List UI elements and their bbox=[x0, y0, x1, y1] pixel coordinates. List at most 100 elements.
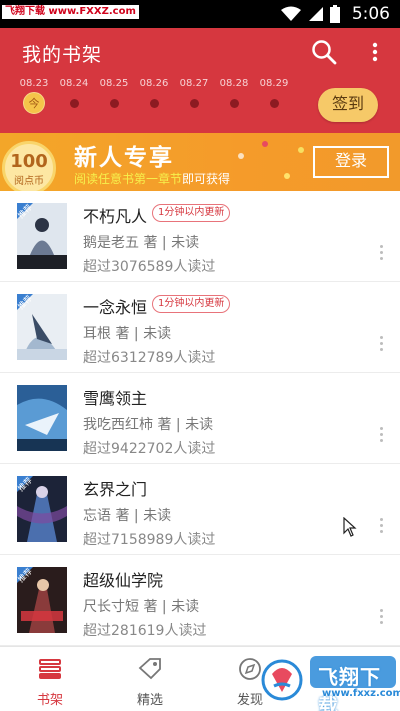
coin-value: 100 bbox=[10, 151, 48, 172]
book-item[interactable]: 推荐 不朽凡人 1分钟以内更新 鹅是老五 著 | 未读 超过3076589人读过 bbox=[0, 191, 400, 282]
calendar-dot bbox=[189, 99, 199, 108]
book-title: 不朽凡人 bbox=[83, 207, 148, 226]
calendar-dot bbox=[269, 99, 279, 108]
more-vertical-icon bbox=[379, 427, 383, 430]
more-vertical-icon bbox=[379, 245, 383, 248]
status-icons: 5:06 bbox=[280, 4, 390, 24]
calendar-dot bbox=[109, 99, 119, 108]
more-vertical-icon bbox=[379, 348, 383, 351]
book-item[interactable]: 推荐 一念永恒 1分钟以内更新 耳根 著 | 未读 超过6312789人读过 bbox=[0, 282, 400, 373]
book-readers: 超过3076589人读过 bbox=[83, 259, 216, 275]
confetti-dot bbox=[298, 147, 304, 153]
coin-unit: 阅点币 bbox=[14, 176, 44, 187]
search-icon bbox=[312, 40, 337, 65]
app-header: 我的书架 08.23 今 08.24 08.25 08.26 08.27 08.… bbox=[0, 28, 400, 133]
nav-item-bookshelf[interactable]: 书架 bbox=[10, 647, 90, 711]
book-meta: 忘语 著 | 未读 bbox=[83, 508, 172, 524]
more-vertical-icon bbox=[379, 530, 383, 533]
promo-subtitle-rest: 即可获得 bbox=[182, 172, 231, 186]
book-meta: 尺长寸短 著 | 未读 bbox=[83, 599, 200, 615]
wifi-icon bbox=[280, 6, 301, 21]
more-vertical-icon bbox=[379, 433, 383, 436]
status-bar: 飞翔下载 www.FXXZ.com 5:06 bbox=[0, 0, 400, 28]
book-item[interactable]: 推荐 玄界之门 忘语 著 | 未读 超过7158989人读过 bbox=[0, 464, 400, 555]
book-more-button[interactable] bbox=[374, 518, 388, 542]
nav-item-featured[interactable]: 精选 bbox=[110, 647, 190, 711]
watermark-url: www.fxxz.com bbox=[322, 688, 400, 699]
tag-icon bbox=[138, 658, 161, 680]
book-more-button[interactable] bbox=[374, 427, 388, 451]
confetti-dot bbox=[238, 153, 244, 159]
promo-subtitle-highlight: 阅读任意书第一章节 bbox=[74, 172, 183, 186]
calendar-day: 08.24 bbox=[54, 78, 94, 108]
status-time: 5:06 bbox=[351, 4, 390, 24]
book-cover bbox=[17, 385, 67, 451]
promo-title: 新人专享 bbox=[74, 145, 174, 171]
update-badge: 1分钟以内更新 bbox=[152, 204, 231, 222]
more-vertical-icon bbox=[379, 518, 383, 521]
book-cover: 推荐 bbox=[17, 567, 67, 633]
more-vertical-icon bbox=[372, 42, 378, 62]
page-title: 我的书架 bbox=[22, 44, 103, 66]
book-more-button[interactable] bbox=[374, 609, 388, 633]
calendar-day: 08.25 bbox=[94, 78, 134, 108]
bookshelf-icon bbox=[39, 659, 61, 679]
book-cover-art bbox=[17, 385, 67, 451]
calendar-day: 08.23 今 bbox=[14, 78, 54, 114]
calendar-day: 08.28 bbox=[214, 78, 254, 108]
book-title: 一念永恒 bbox=[83, 298, 148, 317]
book-item[interactable]: 雪鹰领主 我吃西红柿 著 | 未读 超过9422702人读过 bbox=[0, 373, 400, 464]
watermark-text: 飞翔下载 bbox=[318, 665, 381, 711]
more-vertical-icon bbox=[379, 621, 383, 624]
mouse-cursor-icon bbox=[343, 517, 357, 537]
calendar-day: 08.26 bbox=[134, 78, 174, 108]
promo-subtitle: 阅读任意书第一章节即可获得 bbox=[74, 170, 230, 187]
nav-label: 书架 bbox=[36, 693, 63, 708]
calendar-day: 08.29 bbox=[254, 78, 294, 108]
book-more-button[interactable] bbox=[374, 245, 388, 269]
signin-calendar: 08.23 今 08.24 08.25 08.26 08.27 08.28 08… bbox=[14, 78, 304, 123]
calendar-dot bbox=[69, 99, 79, 108]
battery-icon bbox=[329, 5, 340, 23]
more-menu-button[interactable] bbox=[363, 38, 387, 66]
more-vertical-icon bbox=[379, 439, 383, 442]
book-cover: 推荐 bbox=[17, 476, 67, 542]
login-button[interactable]: 登录 bbox=[313, 146, 389, 178]
book-meta: 耳根 著 | 未读 bbox=[83, 326, 172, 342]
new-user-promo-banner[interactable]: 100 阅点币 新人专享 阅读任意书第一章节即可获得 登录 bbox=[0, 133, 400, 191]
confetti-dot bbox=[284, 173, 290, 179]
more-vertical-icon bbox=[379, 524, 383, 527]
book-readers: 超过9422702人读过 bbox=[83, 441, 216, 457]
calendar-date-label: 08.28 bbox=[219, 78, 249, 89]
more-vertical-icon bbox=[379, 615, 383, 618]
calendar-dot bbox=[149, 99, 159, 108]
calendar-date-label: 08.24 bbox=[59, 78, 89, 89]
bookshelf-list: 推荐 不朽凡人 1分钟以内更新 鹅是老五 著 | 未读 超过3076589人读过… bbox=[0, 191, 400, 646]
coin-icon: 100 阅点币 bbox=[2, 141, 56, 191]
nav-label: 精选 bbox=[136, 693, 163, 708]
book-more-button[interactable] bbox=[374, 336, 388, 360]
search-button[interactable] bbox=[310, 38, 338, 66]
book-readers: 超过6312789人读过 bbox=[83, 350, 216, 366]
more-vertical-icon bbox=[379, 336, 383, 339]
confetti-dot bbox=[262, 141, 268, 147]
calendar-date-label: 08.26 bbox=[139, 78, 169, 89]
book-title: 超级仙学院 bbox=[83, 571, 164, 590]
signal-icon bbox=[308, 7, 323, 21]
watermark-text: 飞翔下载 www.FXXZ.com bbox=[2, 5, 139, 19]
book-cover: 推荐 bbox=[17, 203, 67, 269]
calendar-day: 08.27 bbox=[174, 78, 214, 108]
more-vertical-icon bbox=[379, 609, 383, 612]
book-title: 雪鹰领主 bbox=[83, 389, 148, 408]
calendar-date-label: 08.23 bbox=[19, 78, 49, 89]
update-badge: 1分钟以内更新 bbox=[152, 295, 231, 313]
book-cover: 推荐 bbox=[17, 294, 67, 360]
calendar-date-label: 08.25 bbox=[99, 78, 129, 89]
more-vertical-icon bbox=[379, 251, 383, 254]
signin-button[interactable]: 签到 bbox=[318, 88, 378, 122]
today-marker: 今 bbox=[23, 92, 45, 114]
more-vertical-icon bbox=[379, 257, 383, 260]
book-title: 玄界之门 bbox=[83, 480, 148, 499]
book-item[interactable]: 推荐 超级仙学院 尺长寸短 著 | 未读 超过281619人读过 bbox=[0, 555, 400, 646]
more-vertical-icon bbox=[379, 342, 383, 345]
